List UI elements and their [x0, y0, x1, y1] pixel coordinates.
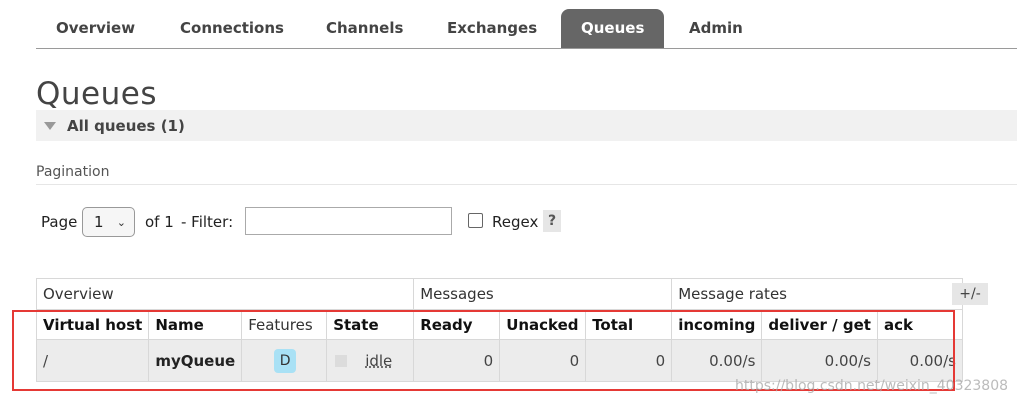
- column-header-total[interactable]: Total: [585, 309, 673, 340]
- watermark: https://blog.csdn.net/weixin_40323808: [735, 378, 1009, 394]
- all-queues-section-toggle[interactable]: All queues (1): [36, 110, 1017, 141]
- pagination-heading: Pagination: [36, 164, 110, 180]
- column-toggle-button[interactable]: +/-: [952, 283, 988, 305]
- table-row[interactable]: / myQueue D idle 0 0 0 0.00/s 0.00/s 0.0…: [35, 339, 963, 382]
- regex-checkbox[interactable]: [468, 213, 483, 228]
- cell-deliver-get: 0.00/s: [761, 339, 878, 382]
- cell-virtual-host: /: [35, 339, 150, 382]
- tab-admin[interactable]: Admin: [669, 9, 763, 48]
- cell-state: idle: [326, 339, 415, 382]
- group-header-messages: Messages: [413, 278, 673, 310]
- filter-input[interactable]: [245, 207, 452, 235]
- cell-ack: 0.00/s: [876, 339, 963, 382]
- column-header-ready[interactable]: Ready: [413, 309, 501, 340]
- tab-channels[interactable]: Channels: [306, 9, 423, 48]
- page-select-value: 1: [94, 213, 104, 231]
- column-header-name[interactable]: Name: [148, 309, 243, 340]
- column-header-unacked[interactable]: Unacked: [499, 309, 587, 340]
- queue-name-link[interactable]: myQueue: [148, 339, 243, 382]
- tab-exchanges[interactable]: Exchanges: [427, 9, 557, 48]
- page-select[interactable]: 1 ⌄: [82, 207, 135, 237]
- column-header-features: Features: [241, 309, 328, 340]
- regex-label: Regex: [492, 213, 539, 231]
- group-header-overview: Overview: [35, 278, 415, 310]
- cell-ready: 0: [413, 339, 501, 382]
- filter-label: - Filter:: [181, 213, 234, 231]
- tab-overview[interactable]: Overview: [36, 9, 155, 48]
- state-idle-icon: [335, 355, 348, 367]
- column-header-deliver-get[interactable]: deliver / get: [761, 309, 878, 340]
- page-count-label: of 1: [145, 213, 174, 231]
- tab-connections[interactable]: Connections: [160, 9, 304, 48]
- pagination-divider: [36, 184, 1017, 185]
- column-header-state[interactable]: State: [326, 309, 415, 340]
- page-title: Queues: [36, 76, 157, 112]
- column-header-incoming[interactable]: incoming: [671, 309, 763, 340]
- cell-unacked: 0: [499, 339, 587, 382]
- chevron-down-icon: ⌄: [116, 216, 126, 229]
- section-label: All queues (1): [67, 117, 185, 135]
- column-header-ack[interactable]: ack: [876, 309, 963, 340]
- column-header-virtual-host[interactable]: Virtual host: [35, 309, 150, 340]
- group-header-message-rates: Message rates: [671, 278, 963, 310]
- durable-badge: D: [274, 348, 297, 373]
- regex-help-button[interactable]: ?: [543, 210, 561, 232]
- collapse-triangle-icon: [44, 122, 56, 130]
- page-label: Page: [41, 213, 78, 231]
- cell-features: D: [241, 339, 328, 382]
- tab-queues[interactable]: Queues: [561, 9, 665, 48]
- state-label: idle: [365, 351, 393, 370]
- main-nav: Overview Connections Channels Exchanges …: [36, 9, 1017, 49]
- queues-table: Overview Messages Message rates Virtual …: [35, 278, 963, 382]
- cell-incoming: 0.00/s: [671, 339, 763, 382]
- cell-total: 0: [585, 339, 673, 382]
